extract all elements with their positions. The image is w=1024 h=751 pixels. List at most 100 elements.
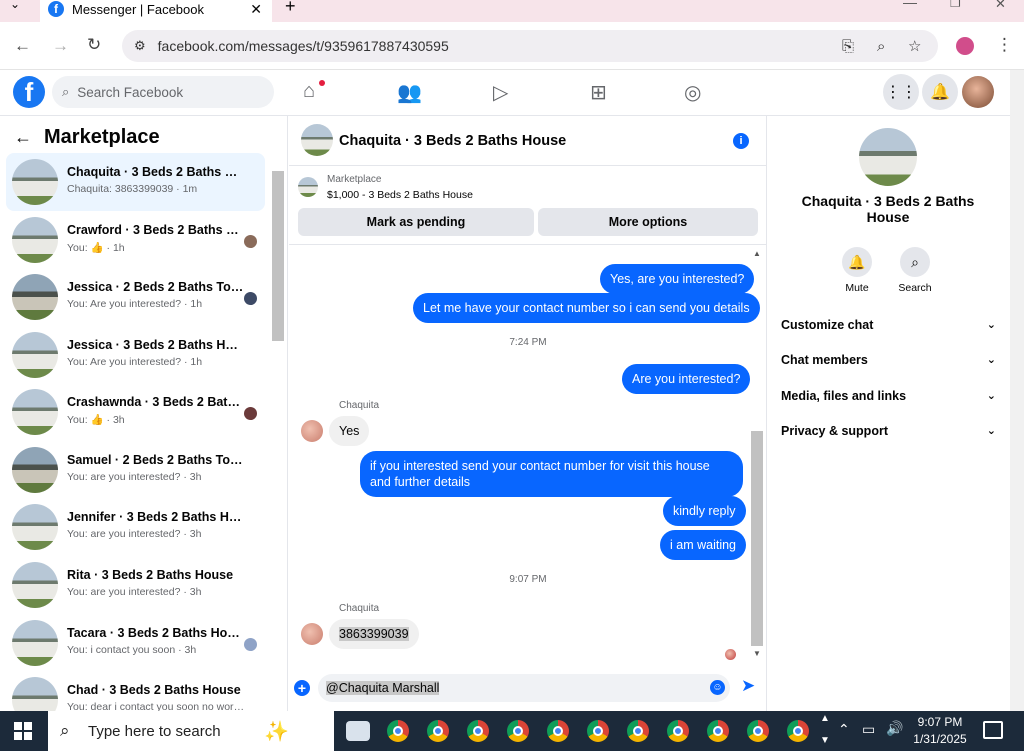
chat-scrollbar-thumb[interactable] [751,431,763,646]
chrome-profile-icon[interactable] [587,720,609,742]
browser-tab[interactable]: f Messenger | Facebook ✕ [40,0,272,22]
listing-price-title[interactable]: $1,000 - 3 Beds 2 Baths House [327,189,473,201]
conversation-item[interactable]: Crashawnda · 3 Beds 2 Baths House You: 👍… [6,383,265,441]
facebook-search-input[interactable]: ⌕ Search Facebook [52,76,274,108]
outgoing-message[interactable]: Let me have your contact number so i can… [413,293,760,323]
list-scrollbar-thumb[interactable] [272,171,284,341]
chat-scroll-down-icon[interactable]: ▼ [753,649,761,658]
outgoing-message[interactable]: if you interested send your contact numb… [360,451,743,497]
watch-icon[interactable]: ▷ [493,80,508,105]
groups-icon[interactable]: ◎ [684,80,701,105]
incoming-message[interactable]: Yes [329,416,370,446]
conversation-item[interactable]: Rita · 3 Beds 2 Baths House You: are you… [6,556,265,614]
conversation-preview: You: 👍 · 1h [67,242,125,254]
profile-avatar-icon[interactable] [956,37,974,55]
close-window-button[interactable]: ✕ [995,0,1006,12]
conversation-item[interactable]: Chad · 3 Beds 2 Baths House You: dear i … [6,671,265,711]
customize-chat-row[interactable]: Customize chat ⌄ [781,318,996,332]
conversation-preview: You: 👍 · 3h [67,414,125,426]
conversation-item[interactable]: Samuel · 2 Beds 2 Baths Townhouse You: a… [6,441,265,499]
outgoing-message[interactable]: i am waiting [660,530,746,560]
page-scrollbar[interactable] [1010,70,1024,711]
outgoing-message[interactable]: Are you interested? [622,364,751,394]
address-bar[interactable]: ⚙ facebook.com/messages/t/93596178874305… [122,30,938,62]
conversation-item[interactable]: Jennifer · 3 Beds 2 Baths House You: are… [6,498,265,556]
account-avatar[interactable] [962,76,994,108]
outgoing-message[interactable]: kindly reply [663,496,746,526]
close-tab-icon[interactable]: ✕ [250,1,262,18]
listing-thumbnail [12,504,58,550]
back-arrow-icon[interactable]: ← [14,127,32,148]
chat-scroll-up-icon[interactable]: ▲ [753,249,761,258]
taskbar-scroll-up-icon[interactable]: ▲ [820,713,830,724]
mute-label: Mute [845,282,869,294]
tab-list-button[interactable]: ⌄ [10,0,20,11]
conversation-item[interactable]: Tacara · 3 Beds 2 Baths House You: i con… [6,614,265,672]
notifications-icon[interactable] [983,721,1003,739]
emoji-icon[interactable]: ☺ [710,680,725,695]
conversation-item[interactable]: Jessica · 2 Beds 2 Baths Townhouse You: … [6,268,265,326]
chrome-profile-icon[interactable] [707,720,729,742]
media-files-links-row[interactable]: Media, files and links ⌄ [781,389,996,403]
conversation-item[interactable]: Crawford · 3 Beds 2 Baths House You: 👍 ·… [6,211,265,269]
listing-profile-photo[interactable] [859,128,917,186]
chevron-down-icon: ⌄ [986,354,996,366]
back-arrow-icon[interactable]: ← [14,36,31,56]
new-tab-button[interactable]: + [285,0,296,17]
add-attachment-icon[interactable]: + [294,680,310,696]
send-icon[interactable]: ➤ [741,676,755,696]
conversation-item[interactable]: Chaquita · 3 Beds 2 Baths House Chaquita… [6,153,265,211]
outgoing-message[interactable]: Yes, are you interested? [600,264,755,294]
conversation-preview: You: Are you interested? · 1h [67,298,203,310]
taskbar-search-input[interactable]: ⌕ Type here to search ✨ [48,711,334,751]
marketplace-icon[interactable]: ⊞ [590,80,607,105]
chrome-profile-icon[interactable] [667,720,689,742]
chat-members-row[interactable]: Chat members ⌄ [781,353,996,367]
forward-arrow-icon[interactable]: → [52,36,69,56]
info-icon[interactable]: i [733,133,749,149]
chrome-icon[interactable] [387,720,409,742]
privacy-support-row[interactable]: Privacy & support ⌄ [781,424,996,438]
site-settings-icon[interactable]: ⚙ [134,38,146,54]
app-icon[interactable] [346,721,370,741]
system-clock[interactable]: 9:07 PM 1/31/2025 [908,714,972,748]
row-label: Chat members [781,353,868,367]
facebook-logo-icon[interactable]: f [13,76,45,108]
notifications-bell-icon[interactable]: 🔔 [922,74,958,110]
bookmark-star-icon[interactable]: ☆ [908,37,921,55]
chrome-profile-icon[interactable] [547,720,569,742]
friends-icon[interactable]: 👥 [397,80,422,105]
chat-listing-thumbnail[interactable] [301,124,333,156]
browser-menu-icon[interactable]: ⋮ [996,35,1013,55]
chrome-profile-icon[interactable] [507,720,529,742]
incoming-message[interactable]: 3863399039 [329,619,419,649]
install-app-icon[interactable]: ⎘ [842,38,854,55]
menu-grid-icon[interactable]: ⋮⋮ [883,74,919,110]
chat-title[interactable]: Chaquita · 3 Beds 2 Baths House [339,133,566,149]
zoom-icon[interactable]: ⌕ [877,38,885,55]
read-receipt-avatar [244,292,257,305]
more-options-button[interactable]: More options [538,208,758,236]
network-icon[interactable]: ▭ [862,721,875,738]
mute-button[interactable]: 🔔 Mute [832,247,882,294]
windows-start-icon[interactable] [14,722,32,740]
search-in-chat-button[interactable]: ⌕ Search [890,247,940,294]
minimize-window-button[interactable]: — [903,0,917,10]
sender-name: Chaquita [339,400,380,411]
conversation-item[interactable]: Jessica · 3 Beds 2 Baths House You: Are … [6,326,265,384]
chrome-profile-icon[interactable] [427,720,449,742]
show-hidden-icons-icon[interactable]: ⌃ [838,721,850,738]
maximize-window-button[interactable]: ❐ [950,0,961,10]
sender-avatar[interactable] [301,623,323,645]
sender-avatar[interactable] [301,420,323,442]
reload-icon[interactable]: ↻ [87,35,101,55]
volume-icon[interactable]: 🔊 [886,720,903,737]
message-input[interactable]: @Chaquita Marshall [318,674,730,702]
chrome-profile-icon[interactable] [627,720,649,742]
home-icon[interactable]: ⌂ [303,80,315,103]
taskbar-scroll-down-icon[interactable]: ▼ [820,735,830,746]
chrome-profile-icon[interactable] [787,720,809,742]
chrome-profile-icon[interactable] [747,720,769,742]
chrome-profile-icon[interactable] [467,720,489,742]
mark-as-pending-button[interactable]: Mark as pending [298,208,534,236]
